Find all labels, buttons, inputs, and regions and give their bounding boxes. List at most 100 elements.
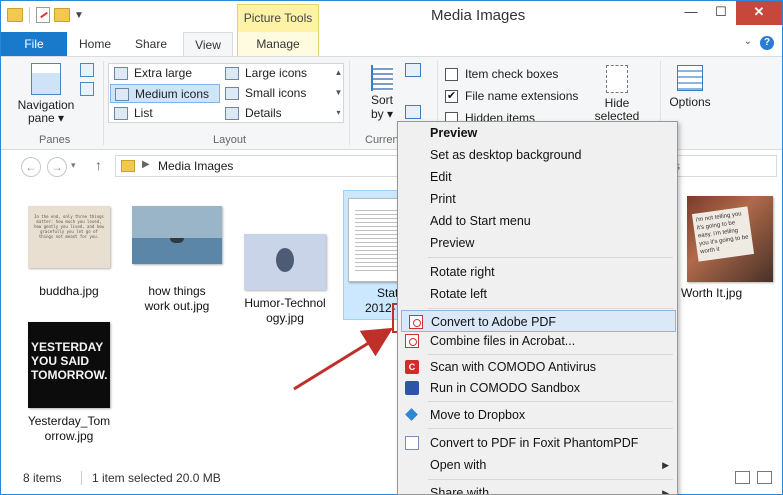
menu-item-move-to-dropbox[interactable]: Move to Dropbox	[398, 404, 677, 426]
menu-separator	[428, 479, 673, 480]
thumbnail-image	[132, 206, 222, 264]
folder-icon	[121, 160, 135, 172]
menu-item-add-to-start[interactable]: Add to Start menu	[398, 210, 677, 232]
navigation-pane-label-2: pane ▾	[27, 111, 65, 125]
file-name: Yesterday_Tom	[27, 414, 111, 428]
layout-gallery-scroll[interactable]: ▲ ▼ ▾	[333, 63, 344, 123]
menu-item-share-with[interactable]: Share with ▶	[398, 482, 677, 495]
chevron-down-icon[interactable]: ⌄	[744, 36, 752, 50]
thumbnail-image	[244, 234, 326, 290]
file-name-extensions-toggle[interactable]: ✔ File name extensions	[445, 85, 578, 107]
recent-locations-chevron-icon[interactable]: ▾	[71, 160, 76, 171]
layout-extra-large-icons[interactable]: Extra large icons	[110, 64, 222, 99]
details-pane-icon[interactable]	[80, 82, 94, 96]
layout-large-icons[interactable]: Large icons	[221, 64, 331, 83]
title-bar: ▼ Picture Tools Media Images — ☐ ✕	[1, 1, 782, 32]
current-view-group-label: Curren	[365, 134, 399, 146]
layout-group-label: Layout	[213, 134, 247, 146]
annotation-arrow-icon	[293, 327, 394, 391]
breadcrumb-path[interactable]: Media Images	[158, 159, 233, 173]
ribbon-tabs: File Home Share View Manage ⌄ ?	[1, 32, 782, 57]
new-folder-icon[interactable]	[54, 8, 70, 22]
properties-icon[interactable]	[36, 7, 50, 23]
menu-item-rotate-left[interactable]: Rotate left	[398, 283, 677, 305]
group-by-icon[interactable]	[405, 63, 421, 77]
menu-item-preview[interactable]: Preview	[398, 232, 677, 254]
tab-view[interactable]: View	[183, 32, 233, 57]
tab-file[interactable]: File	[1, 32, 67, 57]
breadcrumb-chevron-icon[interactable]: ▶	[142, 159, 150, 170]
sort-label: Sort	[370, 93, 393, 107]
layout-small-icons[interactable]: Small icons	[221, 84, 331, 103]
layout-list[interactable]: List	[110, 104, 220, 123]
menu-item-scan-comodo[interactable]: C Scan with COMODO Antivirus	[398, 356, 677, 378]
file-item-how-things[interactable]: how things work out.jpg	[129, 206, 225, 314]
menu-item-edit[interactable]: Edit	[398, 166, 677, 188]
file-name-extensions-checkbox[interactable]: ✔	[445, 89, 458, 103]
window-title: Media Images	[431, 7, 526, 24]
layout-details[interactable]: Details	[221, 104, 331, 123]
large-icons-icon	[225, 67, 239, 80]
adobe-pdf-icon	[409, 315, 423, 329]
menu-separator	[428, 257, 673, 258]
preview-pane-icon[interactable]	[80, 63, 94, 77]
options-label: Options	[669, 95, 711, 109]
menu-item-combine-in-acrobat[interactable]: Combine files in Acrobat...	[398, 330, 677, 352]
menu-item-convert-to-adobe-pdf[interactable]: Convert to Adobe PDF	[401, 310, 676, 332]
navigation-pane-button[interactable]: Navigation pane ▾	[15, 63, 77, 125]
comodo-sandbox-icon	[405, 381, 419, 395]
tab-home[interactable]: Home	[71, 32, 119, 57]
extra-large-icons-icon	[114, 67, 128, 80]
sort-by-button[interactable]: Sort by ▾	[365, 65, 399, 121]
quick-access-toolbar: ▼	[7, 7, 84, 23]
search-input[interactable]: s	[674, 155, 777, 177]
layout-small-label: Small icons	[245, 86, 307, 100]
sort-by-label: by ▾	[370, 107, 394, 121]
hide-selected-label: Hide selected	[594, 96, 640, 123]
thumbnail-image: YESTERDAY YOU SAID TOMORROW.	[28, 322, 110, 408]
item-check-boxes-checkbox[interactable]	[445, 67, 458, 81]
item-check-boxes-toggle[interactable]: Item check boxes	[445, 63, 578, 85]
file-item-yesterday[interactable]: YESTERDAY YOU SAID TOMORROW. Yesterday_T…	[21, 322, 117, 444]
menu-item-open-with[interactable]: Open with ▶	[398, 454, 677, 476]
tab-manage[interactable]: Manage	[237, 32, 319, 57]
menu-item-print[interactable]: Print	[398, 188, 677, 210]
menu-item-set-desktop-background[interactable]: Set as desktop background	[398, 144, 677, 166]
file-item-worth-it[interactable]: i'm not telling you it's going to be eas…	[677, 196, 781, 301]
file-item-humor[interactable]: Humor-Technol ogy.jpg	[237, 206, 333, 326]
layout-medium-icons[interactable]: Medium icons	[110, 84, 220, 103]
close-button[interactable]: ✕	[736, 1, 782, 25]
large-icons-view-icon[interactable]	[757, 471, 772, 484]
size-columns-icon[interactable]	[405, 105, 421, 119]
menu-separator	[428, 428, 673, 429]
file-item-buddha[interactable]: In the end, only three things matter: ho…	[21, 206, 117, 299]
thumbnail-image: i'm not telling you it's going to be eas…	[687, 196, 773, 282]
menu-item-preview-default[interactable]: Preview	[398, 122, 677, 144]
minimize-button[interactable]: —	[676, 1, 706, 25]
menu-item-rotate-right[interactable]: Rotate right	[398, 261, 677, 283]
submenu-arrow-icon: ▶	[662, 488, 669, 495]
thumbnail-text-line: YOU SAID	[31, 354, 90, 368]
chevron-down-icon[interactable]: ▼	[74, 10, 84, 21]
comodo-antivirus-icon: C	[405, 360, 419, 374]
menu-item-label: Scan with COMODO Antivirus	[430, 360, 597, 374]
maximize-button[interactable]: ☐	[706, 1, 736, 25]
details-icon	[225, 107, 239, 120]
up-button[interactable]: ↑	[95, 157, 102, 173]
figure-shape	[276, 248, 294, 272]
file-name-line-2: ogy.jpg	[266, 311, 304, 325]
options-button[interactable]: Options	[665, 65, 715, 109]
picture-tools-tab-header: Picture Tools	[237, 4, 319, 32]
folder-icon[interactable]	[7, 8, 23, 22]
menu-item-run-comodo-sandbox[interactable]: Run in COMODO Sandbox	[398, 377, 677, 399]
dropbox-icon	[405, 408, 419, 422]
back-button[interactable]: ←	[21, 157, 41, 177]
help-icon[interactable]: ?	[760, 36, 774, 50]
tab-share[interactable]: Share	[125, 32, 177, 57]
file-name: Humor-Technol	[244, 296, 326, 310]
menu-separator	[428, 354, 673, 355]
menu-item-label: Convert to Adobe PDF	[431, 315, 557, 329]
menu-item-foxit-convert[interactable]: Convert to PDF in Foxit PhantomPDF	[398, 432, 677, 454]
details-view-icon[interactable]	[735, 471, 750, 484]
forward-button[interactable]: →	[47, 157, 67, 177]
